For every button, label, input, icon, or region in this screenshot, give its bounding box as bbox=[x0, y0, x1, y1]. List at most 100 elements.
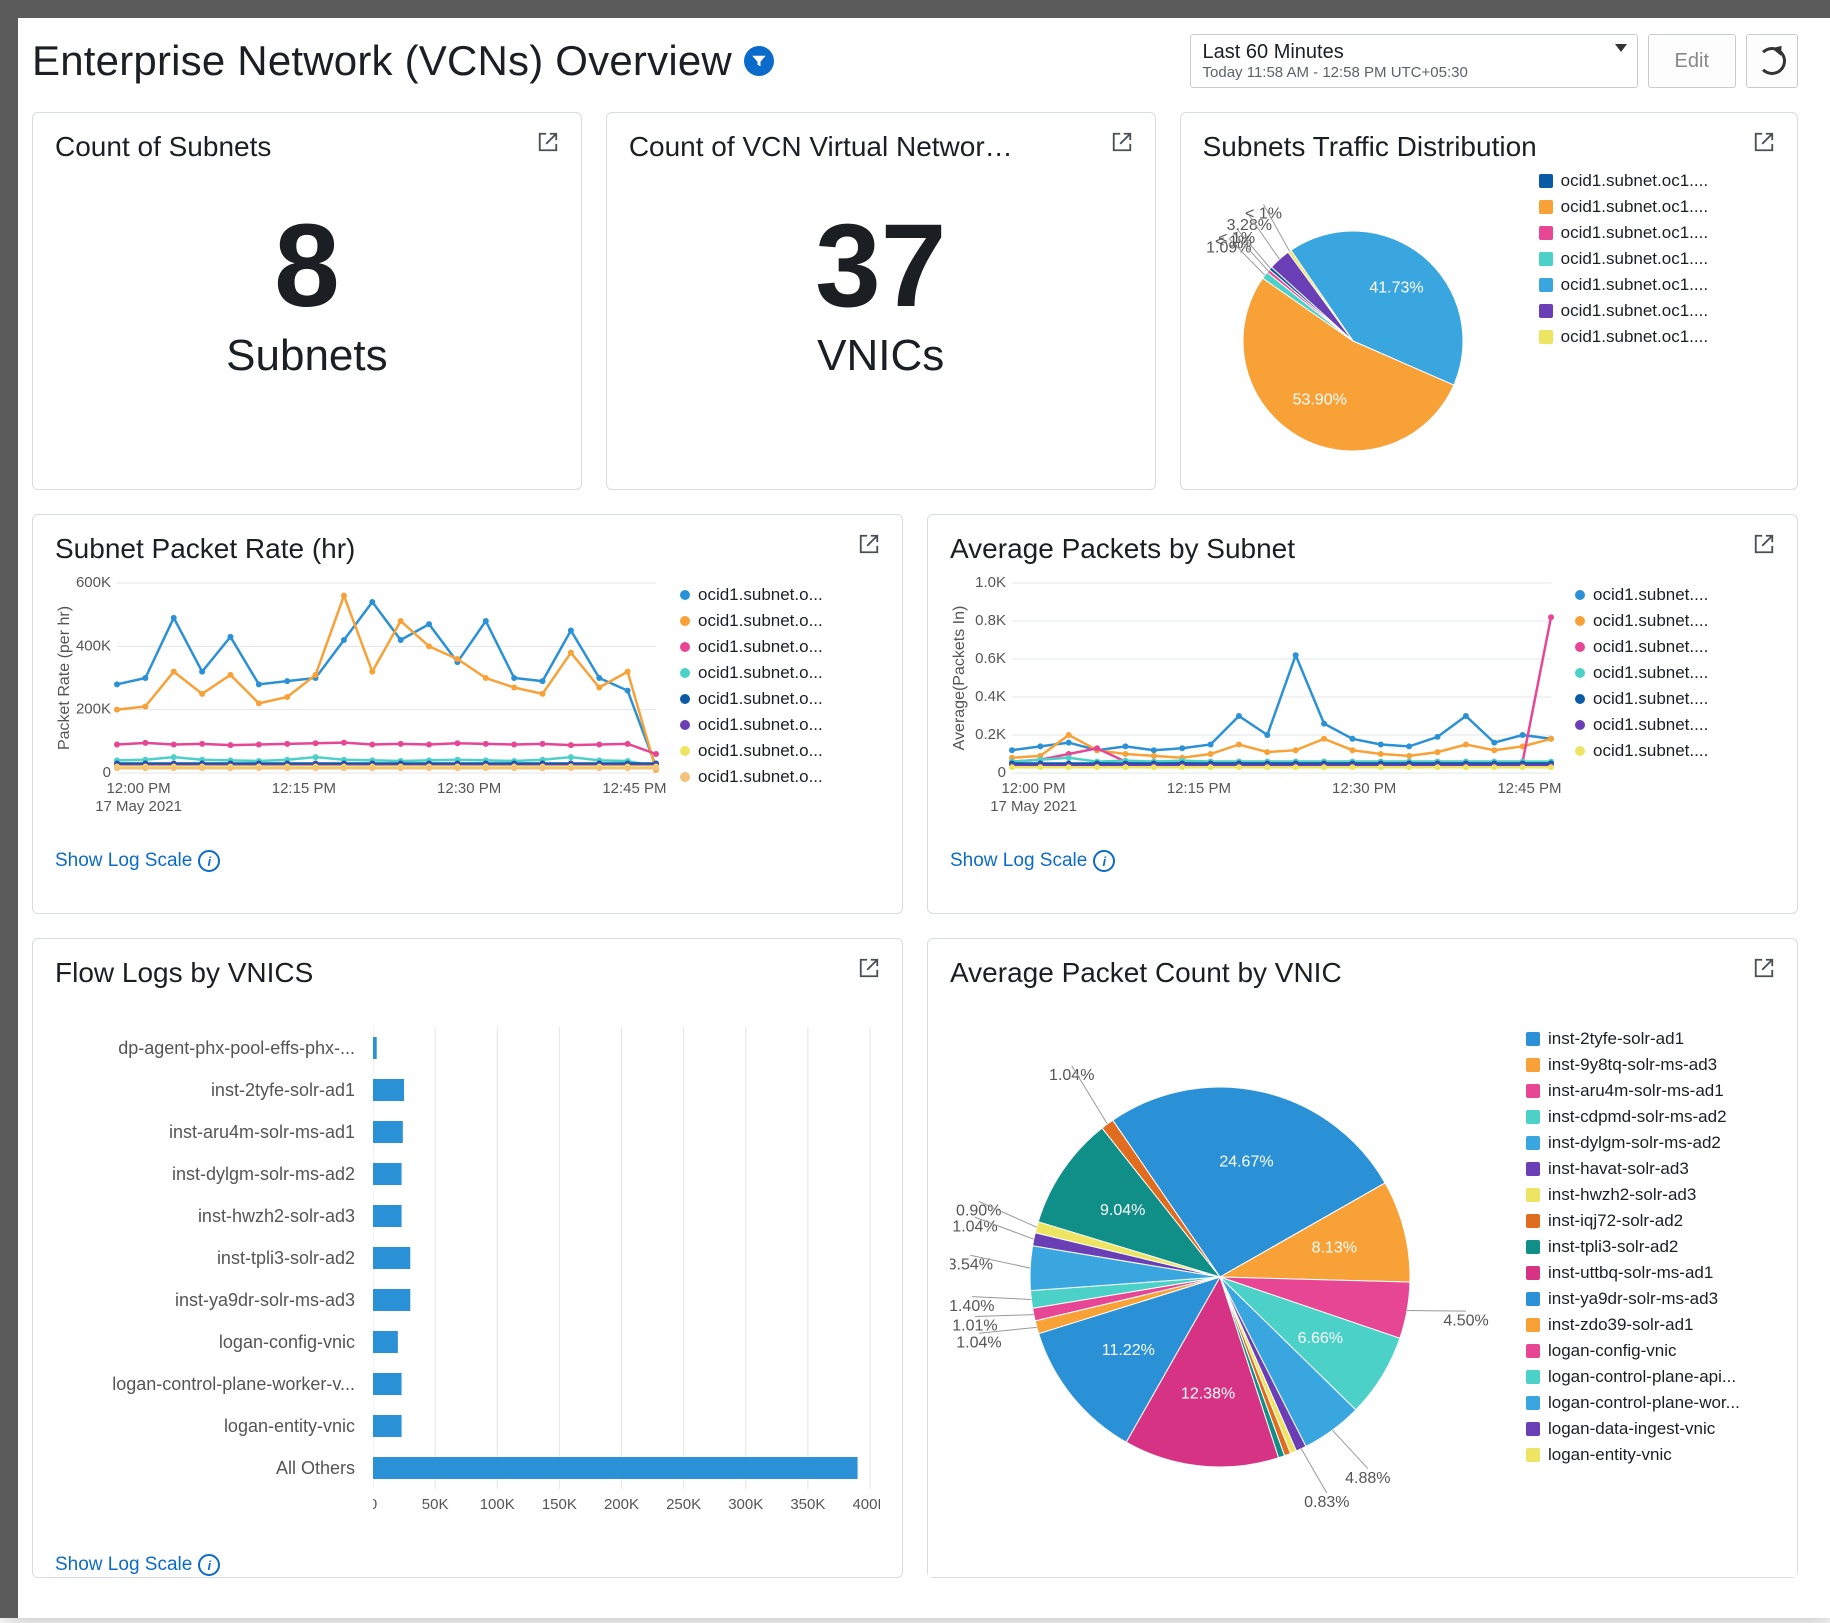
legend-item[interactable]: inst-aru4m-solr-ms-ad1 bbox=[1526, 1081, 1766, 1101]
legend-item[interactable]: ocid1.subnet.... bbox=[1575, 611, 1775, 631]
legend-swatch bbox=[1526, 1110, 1540, 1124]
show-log-scale-link[interactable]: Show Log Scale i bbox=[55, 850, 220, 872]
popout-icon[interactable] bbox=[537, 131, 559, 158]
show-log-scale-link[interactable]: Show Log Scale i bbox=[55, 1554, 220, 1576]
popout-icon[interactable] bbox=[1753, 533, 1775, 560]
refresh-button[interactable] bbox=[1746, 34, 1798, 88]
bar-label: logan-control-plane-worker-v... bbox=[55, 1363, 355, 1405]
legend-swatch bbox=[680, 642, 690, 652]
edit-button[interactable]: Edit bbox=[1648, 34, 1736, 88]
legend-item[interactable]: ocid1.subnet.... bbox=[1575, 741, 1775, 761]
legend-item[interactable]: logan-entity-vnic bbox=[1526, 1445, 1766, 1465]
svg-text:0.4K: 0.4K bbox=[975, 688, 1006, 705]
legend-item[interactable]: logan-control-plane-wor... bbox=[1526, 1393, 1766, 1413]
popout-icon[interactable] bbox=[858, 533, 880, 560]
legend-item[interactable]: ocid1.subnet.oc1.... bbox=[1539, 171, 1708, 191]
legend-item[interactable]: ocid1.subnet.o... bbox=[680, 715, 880, 735]
legend-swatch bbox=[1539, 252, 1553, 266]
svg-text:0.8K: 0.8K bbox=[975, 612, 1006, 629]
legend-item[interactable]: logan-config-vnic bbox=[1526, 1341, 1766, 1361]
svg-text:0: 0 bbox=[373, 1496, 377, 1513]
legend-item[interactable]: ocid1.subnet.o... bbox=[680, 611, 880, 631]
legend-swatch bbox=[1526, 1422, 1540, 1436]
legend-item[interactable]: logan-control-plane-api... bbox=[1526, 1367, 1766, 1387]
legend-label: logan-config-vnic bbox=[1548, 1341, 1677, 1361]
time-range-main: Last 60 Minutes bbox=[1203, 41, 1603, 64]
legend-label: ocid1.subnet.... bbox=[1593, 689, 1708, 709]
legend-item[interactable]: inst-hwzh2-solr-ad3 bbox=[1526, 1185, 1766, 1205]
legend-item[interactable]: ocid1.subnet.... bbox=[1575, 637, 1775, 657]
legend-item[interactable]: ocid1.subnet.oc1.... bbox=[1539, 197, 1708, 217]
legend-item[interactable]: inst-ya9dr-solr-ms-ad3 bbox=[1526, 1289, 1766, 1309]
legend-item[interactable]: ocid1.subnet.... bbox=[1575, 663, 1775, 683]
svg-text:6.66%: 6.66% bbox=[1298, 1330, 1343, 1347]
legend-swatch bbox=[1526, 1448, 1540, 1462]
vnic-pie-chart: 24.67%8.13%4.50%6.66%4.88%0.83%12.38%11.… bbox=[950, 1017, 1510, 1537]
legend-item[interactable]: inst-tpli3-solr-ad2 bbox=[1526, 1237, 1766, 1257]
svg-text:150K: 150K bbox=[542, 1496, 577, 1513]
subnets-card-title: Count of Subnets bbox=[55, 131, 271, 163]
legend-item[interactable]: inst-uttbq-solr-ms-ad1 bbox=[1526, 1263, 1766, 1283]
legend-item[interactable]: logan-data-ingest-vnic bbox=[1526, 1419, 1766, 1439]
legend-item[interactable]: ocid1.subnet.o... bbox=[680, 585, 880, 605]
legend-item[interactable]: ocid1.subnet.oc1.... bbox=[1539, 301, 1708, 321]
legend-item[interactable]: inst-iqj72-solr-ad2 bbox=[1526, 1211, 1766, 1231]
legend-swatch bbox=[680, 694, 690, 704]
legend-item[interactable]: ocid1.subnet.o... bbox=[680, 689, 880, 709]
svg-text:1.40%: 1.40% bbox=[950, 1298, 994, 1315]
legend-swatch bbox=[1526, 1058, 1540, 1072]
filter-icon[interactable] bbox=[744, 46, 774, 76]
svg-text:12:45 PM: 12:45 PM bbox=[602, 780, 666, 797]
show-log-scale-link[interactable]: Show Log Scale i bbox=[950, 850, 1115, 872]
popout-icon[interactable] bbox=[858, 957, 880, 984]
legend-label: ocid1.subnet.oc1.... bbox=[1561, 275, 1708, 295]
svg-text:0: 0 bbox=[103, 764, 111, 781]
legend-swatch bbox=[1526, 1370, 1540, 1384]
subnets-label: Subnets bbox=[55, 331, 559, 381]
vnics-value: 37 bbox=[629, 207, 1133, 325]
legend-item[interactable]: ocid1.subnet.oc1.... bbox=[1539, 249, 1708, 269]
legend-swatch bbox=[1575, 590, 1585, 600]
legend-label: ocid1.subnet.... bbox=[1593, 715, 1708, 735]
svg-text:Average(Packets In): Average(Packets In) bbox=[951, 606, 968, 751]
legend-swatch bbox=[1575, 746, 1585, 756]
legend-item[interactable]: inst-havat-solr-ad3 bbox=[1526, 1159, 1766, 1179]
legend-swatch bbox=[1575, 720, 1585, 730]
time-range-sub: Today 11:58 AM - 12:58 PM UTC+05:30 bbox=[1203, 64, 1603, 81]
legend-label: ocid1.subnet.... bbox=[1593, 637, 1708, 657]
legend-item[interactable]: ocid1.subnet.o... bbox=[680, 637, 880, 657]
legend-item[interactable]: ocid1.subnet.oc1.... bbox=[1539, 275, 1708, 295]
time-range-picker[interactable]: Last 60 Minutes Today 11:58 AM - 12:58 P… bbox=[1190, 34, 1638, 88]
legend-item[interactable]: inst-zdo39-solr-ad1 bbox=[1526, 1315, 1766, 1335]
avg-packet-vnic-title: Average Packet Count by VNIC bbox=[950, 957, 1342, 989]
legend-item[interactable]: inst-dylgm-solr-ms-ad2 bbox=[1526, 1133, 1766, 1153]
legend-item[interactable]: ocid1.subnet.... bbox=[1575, 689, 1775, 709]
flow-logs-chart: 050K100K150K200K250K300K350K400K bbox=[373, 1027, 880, 1537]
legend-item[interactable]: ocid1.subnet.o... bbox=[680, 663, 880, 683]
legend-swatch bbox=[680, 772, 690, 782]
legend-label: inst-zdo39-solr-ad1 bbox=[1548, 1315, 1694, 1335]
legend-swatch bbox=[680, 616, 690, 626]
svg-text:350K: 350K bbox=[790, 1496, 825, 1513]
legend-item[interactable]: ocid1.subnet.oc1.... bbox=[1539, 223, 1708, 243]
svg-text:1.04%: 1.04% bbox=[1049, 1067, 1094, 1084]
legend-item[interactable]: ocid1.subnet.oc1.... bbox=[1539, 327, 1708, 347]
legend-item[interactable]: inst-2tyfe-solr-ad1 bbox=[1526, 1029, 1766, 1049]
svg-text:1.04%: 1.04% bbox=[956, 1334, 1001, 1351]
popout-icon[interactable] bbox=[1753, 957, 1775, 984]
svg-text:0.2K: 0.2K bbox=[975, 726, 1006, 743]
info-icon: i bbox=[198, 1554, 220, 1576]
popout-icon[interactable] bbox=[1111, 131, 1133, 158]
svg-text:12.38%: 12.38% bbox=[1181, 1385, 1235, 1402]
legend-item[interactable]: ocid1.subnet.o... bbox=[680, 741, 880, 761]
svg-text:12:30 PM: 12:30 PM bbox=[1332, 780, 1396, 797]
svg-text:1.04%: 1.04% bbox=[952, 1218, 997, 1235]
legend-item[interactable]: ocid1.subnet.... bbox=[1575, 585, 1775, 605]
legend-item[interactable]: inst-cdpmd-solr-ms-ad2 bbox=[1526, 1107, 1766, 1127]
legend-swatch bbox=[1526, 1162, 1540, 1176]
popout-icon[interactable] bbox=[1753, 131, 1775, 158]
svg-text:12:45 PM: 12:45 PM bbox=[1497, 780, 1561, 797]
legend-item[interactable]: ocid1.subnet.... bbox=[1575, 715, 1775, 735]
legend-item[interactable]: ocid1.subnet.o... bbox=[680, 767, 880, 787]
legend-item[interactable]: inst-9y8tq-solr-ms-ad3 bbox=[1526, 1055, 1766, 1075]
